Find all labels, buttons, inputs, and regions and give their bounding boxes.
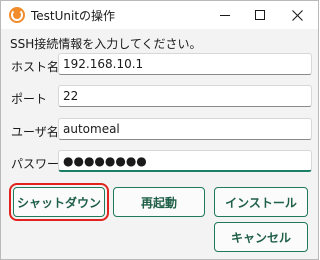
app-icon [9,7,25,23]
instruction-text: SSH接続情報を入力してください。 [10,35,202,52]
restart-button[interactable]: 再起動 [113,187,205,217]
host-label: ホスト名 [11,58,59,75]
dialog-content: SSH接続情報を入力してください。 ホスト名 192.168.10.1 ポート … [1,29,318,259]
port-input[interactable]: 22 [58,85,312,107]
port-label: ポート [11,90,47,107]
port-value: 22 [63,89,78,103]
close-icon [292,10,303,21]
user-label: ユーザ名 [11,123,59,140]
install-button[interactable]: インストール [214,187,308,217]
window-title: TestUnitの操作 [31,7,115,24]
host-value: 192.168.10.1 [63,57,143,71]
cancel-button[interactable]: キャンセル [214,222,308,252]
maximize-button[interactable] [242,1,278,29]
user-value: automeal [63,122,120,136]
dialog-window: TestUnitの操作 SSH接続情報を入力してください。 ホスト名 192.1… [0,0,319,260]
close-button[interactable] [279,1,315,29]
user-input[interactable]: automeal [58,118,312,140]
title-bar: TestUnitの操作 [1,1,318,29]
host-input[interactable]: 192.168.10.1 [58,53,312,75]
shutdown-button[interactable]: シャットダウン [13,187,105,217]
minimize-button[interactable] [207,1,243,29]
password-input[interactable]: ●●●●●●●● [58,150,312,172]
minimize-icon [220,15,230,16]
maximize-icon [255,10,265,20]
password-value: ●●●●●●●● [63,154,147,168]
